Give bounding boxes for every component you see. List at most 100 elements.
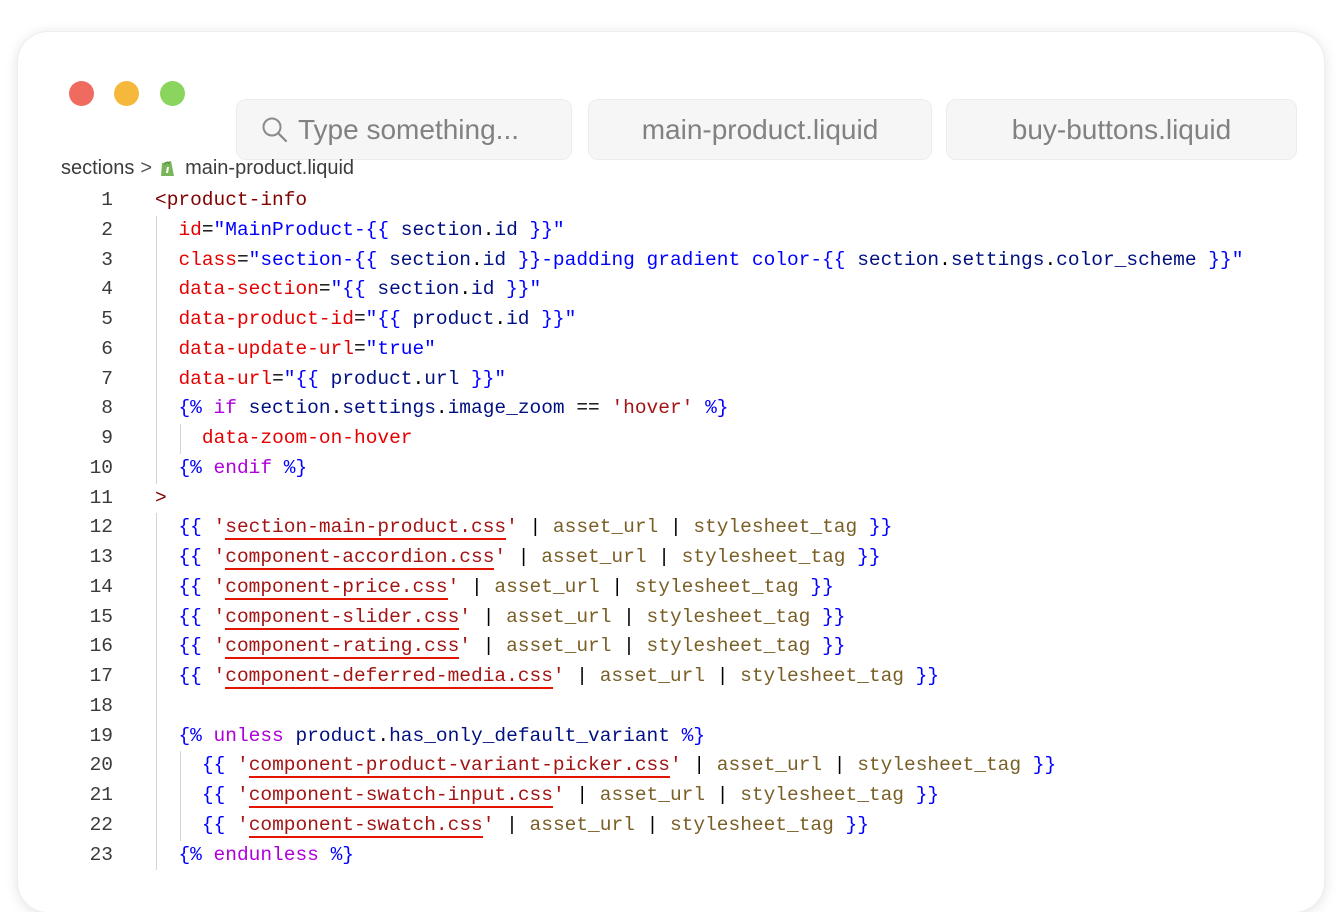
punctuation-token: = (201, 218, 214, 241)
breadcrumb-file[interactable]: main-product.liquid (185, 157, 354, 180)
punctuation-token: | (646, 546, 682, 568)
punctuation-token: . (482, 218, 495, 241)
string-token: "MainProduct- (213, 218, 366, 241)
code-line[interactable]: 1 <product-info (0, 186, 1341, 216)
variable-token: id (506, 308, 530, 330)
attribute-token: id (178, 218, 202, 241)
line-code: {% unless product.has_only_default_varia… (178, 725, 705, 747)
string-token: -padding gradient color- (541, 248, 823, 271)
variable-token: has_only_default_variant (389, 724, 670, 747)
filter-token: stylesheet_tag (634, 575, 799, 598)
code-line[interactable]: 15 {{ 'component-slider.css' | asset_url … (0, 602, 1341, 633)
tab-label: buy-buttons.liquid (1011, 113, 1232, 145)
line-number: 2 (101, 218, 113, 241)
line-number: 18 (89, 694, 113, 717)
tab-main-product[interactable]: main-product.liquid (588, 99, 932, 160)
code-line[interactable]: 13 {{ 'component-accordion.css' | asset_u… (0, 543, 1341, 573)
variable-token: image_zoom (447, 397, 565, 420)
code-line[interactable]: 7 data-url="{{ product.url }}" (0, 364, 1341, 395)
string-token: " (564, 308, 577, 330)
line-code: {% endif %} (178, 457, 307, 479)
liquid-string-token: ' (552, 665, 565, 687)
attribute-token: data-section (178, 278, 319, 301)
code-editor[interactable]: 1 <product-info 2 id="MainProduct-{{ sectio… (0, 186, 1341, 871)
indent-guide (156, 632, 157, 662)
indent-guide (156, 781, 157, 811)
indent-guide (180, 424, 181, 454)
liquid-delimiter-token: {% (178, 397, 214, 420)
search-icon (260, 115, 290, 145)
liquid-string-token: ' (213, 635, 226, 658)
punctuation-token: = (272, 367, 284, 390)
code-line[interactable]: 6 data-update-url="true" (0, 334, 1341, 365)
code-line[interactable]: 18 (0, 691, 1341, 722)
liquid-delimiter-token: {{ (178, 605, 214, 628)
variable-token: id (471, 278, 495, 301)
line-number: 23 (89, 843, 113, 866)
filter-token: asset_url (599, 665, 706, 687)
punctuation-token: | (506, 546, 542, 568)
code-line[interactable]: 2 id="MainProduct-{{ section.id }}" (0, 215, 1341, 246)
string-token: " (552, 218, 565, 241)
liquid-string-token: ' (669, 754, 682, 777)
punctuation-token: | (494, 813, 530, 836)
code-line[interactable]: 16 {{ 'component-rating.css' | asset_url … (0, 632, 1341, 662)
line-code: data-product-id="{{ product.id }}" (178, 308, 576, 330)
line-number: 11 (89, 486, 113, 509)
string-token: " (529, 278, 542, 301)
code-line[interactable]: 8 {% if section.settings.image_zoom == 'h… (0, 394, 1341, 424)
asset-filename-token: component-swatch-input.css (248, 784, 553, 808)
code-line[interactable]: 14 {{ 'component-price.css' | asset_url |… (0, 572, 1341, 603)
line-code: {{ 'section-main-product.css' | asset_ur… (178, 516, 892, 541)
code-line[interactable]: 21 {{ 'component-swatch-input.css' | asse… (0, 781, 1341, 811)
tab-buy-buttons[interactable]: buy-buttons.liquid (946, 99, 1297, 160)
code-line[interactable]: 3 class="section-{{ section.id }}-padding… (0, 245, 1341, 276)
liquid-delimiter-token: }} (494, 278, 530, 301)
indent-guide (156, 424, 157, 454)
filter-token: asset_url (506, 635, 612, 658)
search-box[interactable] (236, 99, 572, 160)
punctuation-token (600, 397, 612, 419)
code-line[interactable]: 22 {{ 'component-swatch.css' | asset_url … (0, 810, 1341, 841)
liquid-delimiter-token: {{ (201, 754, 237, 777)
variable-token: product (295, 724, 378, 747)
indent-guide (180, 751, 181, 781)
punctuation-token: | (658, 516, 694, 539)
maximize-window-button[interactable] (160, 81, 185, 106)
code-line[interactable]: 12 {{ 'section-main-product.css' | asset_… (0, 513, 1341, 543)
search-input[interactable] (298, 113, 548, 146)
attribute-token: data-update-url (178, 337, 354, 360)
code-line[interactable]: 20 {{ 'component-product-variant-picker.c… (0, 751, 1341, 781)
shopify-liquid-file-icon (159, 158, 176, 178)
variable-token: product (412, 308, 495, 330)
code-line[interactable]: 17 {{ 'component-deferred-media.css' | as… (0, 662, 1341, 692)
close-window-button[interactable] (69, 81, 94, 106)
punctuation-token: | (611, 605, 647, 628)
minimize-window-button[interactable] (114, 81, 139, 106)
code-line[interactable]: 23 {% endunless %} (0, 840, 1341, 871)
line-number: 4 (101, 278, 113, 301)
indent-guide (156, 751, 157, 781)
tab-label: main-product.liquid (641, 113, 879, 145)
line-code: {{ 'component-swatch-input.css' | asset_… (202, 784, 939, 808)
line-number: 22 (89, 813, 113, 836)
breadcrumb-folder[interactable]: sections (61, 157, 134, 180)
variable-token: product (330, 367, 413, 390)
indent-guide (156, 215, 157, 246)
liquid-string-token: ' (482, 813, 495, 836)
liquid-delimiter-token: %} (693, 397, 729, 420)
variable-token: section (377, 278, 460, 301)
punctuation-token: . (412, 367, 425, 390)
code-line[interactable]: 4 data-section="{{ section.id }}" (0, 275, 1341, 305)
asset-filename-token: component-deferred-media.css (225, 665, 553, 689)
indent-guide (156, 305, 157, 335)
line-code: {% if section.settings.image_zoom == 'ho… (178, 397, 728, 419)
code-line[interactable]: 9 data-zoom-on-hover (0, 424, 1341, 454)
code-line[interactable]: 11 > (0, 484, 1341, 514)
code-line[interactable]: 5 data-product-id="{{ product.id }}" (0, 305, 1341, 335)
filter-token: stylesheet_tag (857, 754, 1022, 777)
code-line[interactable]: 10 {% endif %} (0, 453, 1341, 484)
code-line[interactable]: 19 {% unless product.has_only_default_var… (0, 721, 1341, 752)
filter-token: stylesheet_tag (646, 635, 811, 658)
liquid-delimiter-token: {{ (377, 308, 413, 330)
